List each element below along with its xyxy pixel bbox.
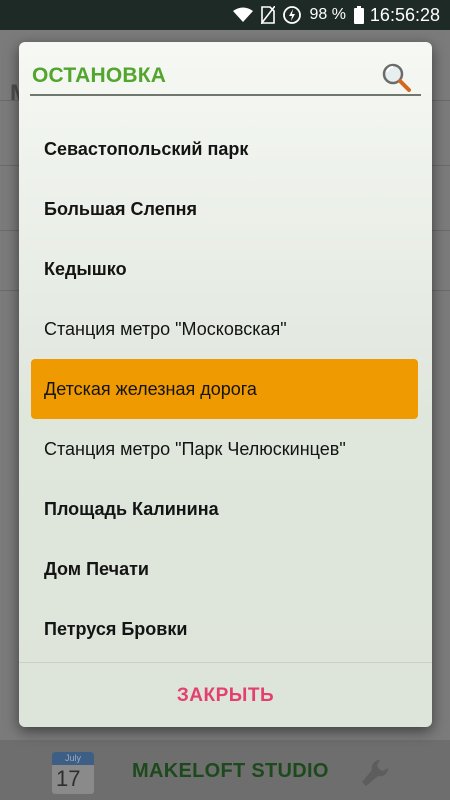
wifi-icon xyxy=(233,7,254,23)
clock: 16:56:28 xyxy=(369,4,440,25)
no-sim-icon xyxy=(261,6,276,24)
list-item-label: Детская железная дорога xyxy=(44,378,257,399)
list-item[interactable]: Большая Слепня xyxy=(31,179,418,239)
stop-picker-dialog: ОСТАНОВКА Севастопольский парк Большая С… xyxy=(19,42,432,727)
dialog-header: ОСТАНОВКА xyxy=(19,42,432,100)
brand-label: MAKELOFT STUDIO xyxy=(132,760,329,782)
list-item-label: Станция метро "Парк Челюскинцев" xyxy=(44,438,346,459)
battery-icon xyxy=(353,6,364,24)
list-item[interactable]: Севастопольский парк xyxy=(31,119,418,179)
list-item[interactable]: Станция метро "Парк Челюскинцев" xyxy=(31,419,418,479)
status-bar: 98 % 16:56:28 xyxy=(0,0,450,30)
list-item-label: Дом Печати xyxy=(44,558,149,579)
calendar-icon[interactable]: July 17 xyxy=(52,752,94,794)
list-item-label: Площадь Калинина xyxy=(44,498,219,519)
battery-percent: 98 % xyxy=(309,6,346,23)
list-item[interactable]: Площадь Калинина xyxy=(31,479,418,539)
list-item-label: Большая Слепня xyxy=(44,198,197,219)
search-underline xyxy=(30,94,421,96)
list-item[interactable]: Кедышко xyxy=(31,239,418,299)
list-item-selected[interactable]: Детская железная дорога xyxy=(31,359,418,419)
search-icon[interactable] xyxy=(381,62,411,92)
list-item-label: Кедышко xyxy=(44,258,127,279)
battery-saver-icon xyxy=(283,6,302,24)
wrench-icon[interactable] xyxy=(358,756,392,795)
list-item[interactable]: Петруся Бровки xyxy=(31,599,418,659)
close-button[interactable]: ЗАКРЫТЬ xyxy=(19,672,432,720)
dialog-footer-divider xyxy=(19,662,432,663)
list-item[interactable]: Станция метро "Московская" xyxy=(31,299,418,359)
list-item-label: Севастопольский парк xyxy=(44,138,249,159)
list-item-label: Станция метро "Московская" xyxy=(44,318,287,339)
dialog-title: ОСТАНОВКА xyxy=(32,64,167,87)
list-item[interactable]: Дом Печати xyxy=(31,539,418,599)
list-item-label: Петруся Бровки xyxy=(44,618,188,639)
